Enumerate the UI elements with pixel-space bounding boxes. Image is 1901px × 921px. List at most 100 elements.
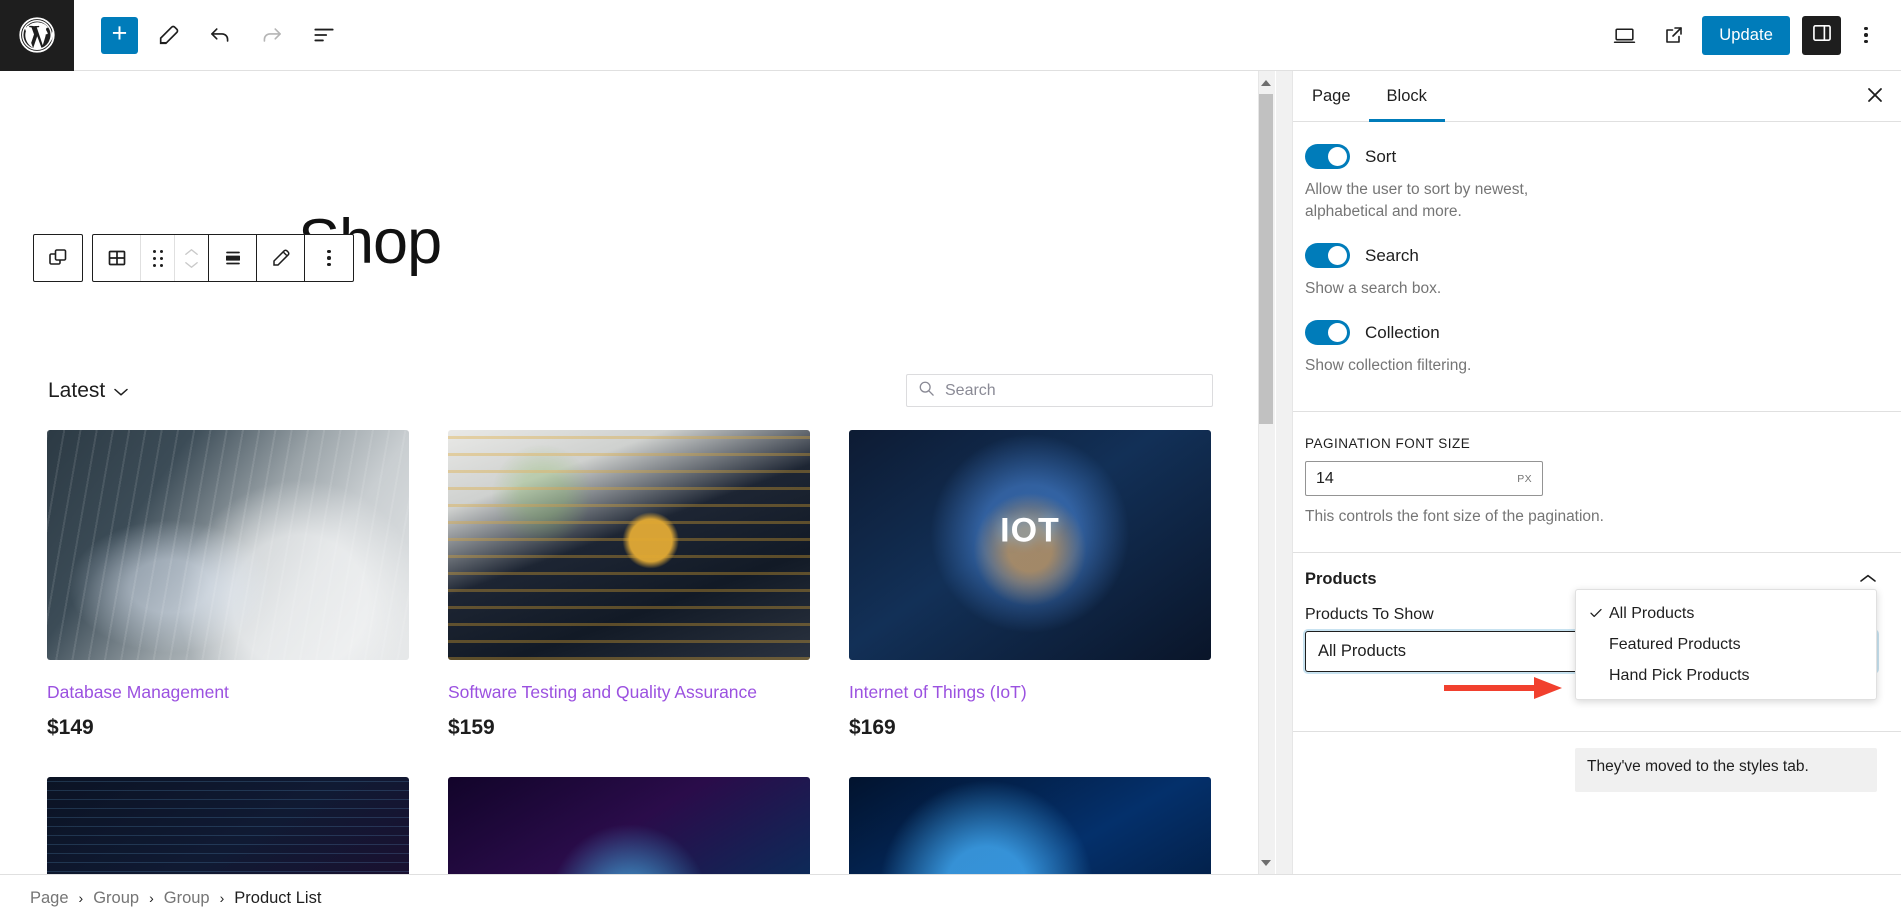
products-panel-title: Products — [1305, 570, 1377, 588]
dropdown-option-hand-pick-products[interactable]: Hand Pick Products — [1576, 660, 1876, 691]
close-icon — [1865, 85, 1885, 108]
edit-tool-button[interactable] — [146, 13, 190, 57]
sort-toggle-row: Sort — [1305, 144, 1877, 169]
products-to-show-value: All Products — [1318, 642, 1407, 660]
product-title[interactable]: Software Testing and Quality Assurance — [448, 682, 810, 703]
chevron-up-icon — [1859, 571, 1877, 589]
sidebar-scrollbar-track[interactable] — [1276, 71, 1293, 874]
collection-toggle[interactable] — [1305, 320, 1350, 345]
drag-dots-icon — [152, 249, 163, 267]
plus-icon: + — [111, 18, 128, 48]
update-button[interactable]: Update — [1702, 15, 1790, 55]
product-image: IOT — [849, 430, 1211, 660]
display-settings-section: Sort Allow the user to sort by newest, a… — [1281, 122, 1901, 401]
block-parent-selector[interactable] — [34, 235, 82, 281]
block-parent-group — [33, 234, 83, 282]
search-toggle-label: Search — [1365, 245, 1419, 265]
close-sidebar-button[interactable] — [1849, 71, 1901, 121]
tab-page[interactable]: Page — [1294, 71, 1369, 121]
dropdown-option-label: Hand Pick Products — [1609, 666, 1750, 684]
vertical-dots-icon — [1864, 26, 1868, 44]
breadcrumb-item-page[interactable]: Page — [30, 889, 69, 908]
breadcrumb-item-group-2[interactable]: Group — [164, 889, 210, 908]
editor-top-bar: + Update — [0, 0, 1901, 71]
product-price: $159 — [448, 716, 495, 739]
block-options-button[interactable] — [305, 235, 353, 281]
breadcrumb-item-group-1[interactable]: Group — [93, 889, 139, 908]
pagination-font-size-unit: PX — [1517, 472, 1532, 485]
product-card[interactable] — [849, 777, 1211, 874]
redo-button[interactable] — [250, 13, 294, 57]
breadcrumb-item-product-list[interactable]: Product List — [234, 889, 321, 908]
scroll-up-arrow-icon[interactable] — [1261, 80, 1271, 86]
pencil-icon — [156, 23, 181, 48]
wordpress-logo-icon[interactable] — [0, 0, 74, 71]
block-drag-handle[interactable] — [141, 235, 175, 281]
product-card[interactable]: IOT Internet of Things (IoT) $169 — [849, 430, 1211, 740]
desktop-preview-button[interactable] — [1602, 13, 1646, 57]
dropdown-option-all-products[interactable]: All Products — [1576, 598, 1876, 629]
vertical-dots-icon — [327, 249, 331, 267]
chevron-right-icon: › — [149, 890, 154, 906]
product-card[interactable] — [47, 777, 409, 874]
scroll-down-arrow-icon[interactable] — [1261, 860, 1271, 866]
pagination-font-size-input[interactable]: 14 PX — [1305, 461, 1543, 496]
top-bar-right-tools: Update — [1602, 13, 1901, 57]
pagination-font-size-value: 14 — [1316, 469, 1334, 487]
sort-toggle[interactable] — [1305, 144, 1350, 169]
product-title[interactable]: Database Management — [47, 682, 409, 703]
block-type-selector[interactable] — [93, 235, 141, 281]
tab-block[interactable]: Block — [1368, 71, 1446, 122]
sidebar-body: Sort Allow the user to sort by newest, a… — [1281, 122, 1901, 792]
pagination-font-size-label: PAGINATION FONT SIZE — [1305, 436, 1471, 451]
product-price: $149 — [47, 716, 94, 739]
settings-sidebar-icon — [1811, 22, 1833, 49]
block-move-updown[interactable] — [175, 235, 209, 281]
dropdown-option-label: Featured Products — [1609, 635, 1741, 653]
undo-button[interactable] — [198, 13, 242, 57]
breadcrumb: Page › Group › Group › Product List — [0, 874, 1901, 921]
block-tools-group — [92, 234, 354, 282]
product-price: $169 — [849, 716, 896, 739]
product-image — [849, 777, 1211, 874]
redo-arrow-icon — [259, 22, 285, 48]
collection-toggle-row: Collection — [1305, 320, 1877, 345]
settings-sidebar-toggle[interactable] — [1802, 15, 1841, 55]
edit-block-button[interactable] — [257, 235, 305, 281]
search-toggle[interactable] — [1305, 243, 1350, 268]
document-overview-button[interactable] — [302, 13, 346, 57]
sort-dropdown[interactable]: Latest — [48, 379, 129, 403]
block-align-button[interactable] — [209, 235, 257, 281]
chevron-down-icon — [113, 379, 129, 403]
canvas-scrollbar-thumb[interactable] — [1259, 94, 1273, 424]
product-card[interactable]: Software Testing and Quality Assurance $… — [448, 430, 810, 740]
undo-arrow-icon — [207, 22, 233, 48]
block-settings-sidebar: Page Block Sort Allow the user to sort b… — [1280, 71, 1901, 874]
styles-moved-note: They've moved to the styles tab. — [1575, 748, 1877, 792]
product-image — [448, 430, 810, 660]
search-placeholder: Search — [945, 381, 996, 399]
product-image — [448, 777, 810, 874]
sidebar-tabs: Page Block — [1281, 71, 1901, 122]
pencil-icon — [269, 246, 293, 270]
align-icon — [221, 246, 245, 270]
dropdown-option-label: All Products — [1609, 604, 1695, 622]
editor-canvas: Shop Latest Search Database Management $… — [0, 71, 1277, 874]
search-icon — [918, 380, 935, 402]
external-link-icon — [1662, 23, 1686, 47]
pagination-font-size-help: This controls the font size of the pagin… — [1305, 508, 1604, 525]
toggle-knob — [1328, 246, 1347, 265]
collection-help-text: Show collection filtering. — [1305, 357, 1472, 374]
add-block-button[interactable]: + — [101, 16, 138, 54]
view-site-button[interactable] — [1652, 13, 1696, 57]
product-card[interactable]: Database Management $149 — [47, 430, 409, 740]
product-card[interactable] — [448, 777, 810, 874]
editor-options-button[interactable] — [1847, 13, 1885, 57]
pagination-font-size-section: PAGINATION FONT SIZE 14 PX This controls… — [1281, 412, 1901, 552]
dropdown-option-featured-products[interactable]: Featured Products — [1576, 629, 1876, 660]
product-title[interactable]: Internet of Things (IoT) — [849, 682, 1211, 703]
product-search-input[interactable]: Search — [906, 374, 1213, 407]
product-filter-row: Latest Search — [48, 374, 1213, 407]
grid-layout-icon — [105, 246, 129, 270]
top-bar-left-tools: + — [74, 13, 346, 57]
